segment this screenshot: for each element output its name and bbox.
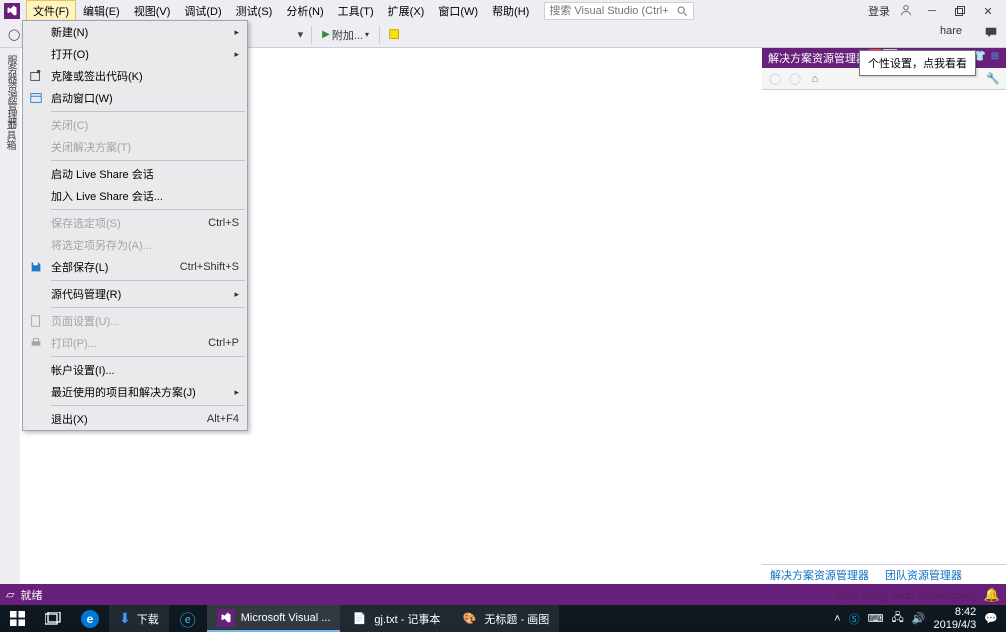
menu-print: 打印(P)...Ctrl+P [23,332,247,354]
notification-bell-icon[interactable]: 🔔 [984,587,1000,603]
print-icon [28,335,44,351]
window-icon [28,90,44,106]
menu-separator [51,307,245,308]
clone-icon [28,68,44,84]
tray-keyboard-icon[interactable]: ⌨ [868,612,884,625]
submenu-arrow-icon: ▸ [234,49,239,60]
menu-clone[interactable]: 克隆或签出代码(K) [23,65,247,87]
solution-tree[interactable] [762,90,1006,564]
menu-save-selected: 保存选定项(S)Ctrl+S [23,212,247,234]
menu-join-liveshare[interactable]: 加入 Live Share 会话... [23,185,247,207]
minimize-button[interactable]: ─ [918,1,946,21]
vs-logo-icon [4,3,20,19]
attach-label: 附加... [332,27,363,43]
separator [379,26,380,44]
tab-solution-explorer[interactable]: 解决方案资源管理器 [762,565,877,584]
menu-analyze[interactable]: 分析(N) [279,0,330,22]
ime-menu-icon[interactable]: ⊞ [988,49,1002,63]
menu-page-setup: 页面设置(U)... [23,310,247,332]
menu-account-settings[interactable]: 帐户设置(I)... [23,359,247,381]
menu-separator [51,280,245,281]
dropdown-toggle[interactable]: ▾ [294,26,308,43]
tray-skype-icon[interactable]: Ⓢ [849,611,860,627]
menu-new[interactable]: 新建(N)▸ [23,21,247,43]
page-setup-icon [28,313,44,329]
liveshare-label[interactable]: hare [940,25,962,37]
search-input[interactable] [545,5,673,17]
sol-wrench-icon[interactable]: 🔧 [984,70,1002,88]
download-icon: ⬇ [119,610,131,627]
menu-exit[interactable]: 退出(X)Alt+F4 [23,408,247,430]
attach-button[interactable]: ▶ 附加... ▾ [316,25,375,45]
menu-extensions[interactable]: 扩展(X) [381,0,432,22]
menu-separator [51,111,245,112]
feedback-icon[interactable] [984,26,998,43]
login-link[interactable]: 登录 [864,1,894,21]
task-view-button[interactable] [35,605,71,632]
menu-debug[interactable]: 调试(D) [177,0,228,22]
menu-separator [51,405,245,406]
tray-clock[interactable]: 8:42 2019/4/3 [933,606,976,630]
menu-test[interactable]: 测试(S) [229,0,280,22]
start-button[interactable] [0,605,35,632]
tab-team-explorer[interactable]: 团队资源管理器 [877,565,970,584]
menu-tools[interactable]: 工具(T) [331,0,381,22]
edge-button[interactable]: e [71,605,109,632]
search-icon[interactable] [673,6,691,17]
play-icon: ▶ [322,29,330,40]
menu-help[interactable]: 帮助(H) [485,0,536,22]
close-button[interactable]: ✕ [974,1,1002,21]
tooltip: 个性设置，点我看看 [859,50,976,76]
submenu-arrow-icon: ▸ [234,27,239,38]
menu-save-all[interactable]: 全部保存(L)Ctrl+Shift+S [23,256,247,278]
ie-button[interactable]: ⓔ [169,605,207,632]
save-all-icon [28,259,44,275]
menu-recent[interactable]: 最近使用的项目和解决方案(J)▸ [23,381,247,403]
toolbox-tab-icon[interactable]: 工具箱 [2,120,17,150]
separator [311,26,312,44]
submenu-arrow-icon: ▸ [234,387,239,398]
menu-separator [51,160,245,161]
status-ready: 就绪 [20,587,42,603]
download-task[interactable]: ⬇下载 [109,605,169,632]
menu-separator [51,209,245,210]
notepad-task[interactable]: 📄gj.txt - 记事本 [340,605,450,632]
maximize-button[interactable] [946,1,974,21]
notepad-icon: 📄 [350,610,368,628]
sol-forward-icon: ◯ [786,70,804,88]
menu-window[interactable]: 窗口(W) [431,0,485,22]
menu-source-control[interactable]: 源代码管理(R)▸ [23,283,247,305]
windows-taskbar: e ⬇下载 ⓔ Microsoft Visual ... 📄gj.txt - 记… [0,605,1006,632]
status-icon: ▱ [6,588,14,601]
menu-view[interactable]: 视图(V) [127,0,178,22]
menu-separator [51,356,245,357]
status-bar: ▱ 就绪 🔔 [0,584,1006,605]
menu-edit[interactable]: 编辑(E) [76,0,127,22]
vs-task[interactable]: Microsoft Visual ... [207,605,341,632]
menu-start-liveshare[interactable]: 启动 Live Share 会话 [23,163,247,185]
sol-home-icon[interactable]: ⌂ [806,70,824,88]
user-icon[interactable] [900,4,912,19]
search-box[interactable] [544,2,694,20]
paint-icon: 🎨 [460,610,478,628]
toolbar-btn[interactable] [384,26,406,44]
tray-network-icon[interactable]: 🖧 [892,609,904,628]
tray-chevron-icon[interactable]: ˄ [834,613,840,625]
menu-start-window[interactable]: 启动窗口(W) [23,87,247,109]
paint-task[interactable]: 🎨无标题 - 画图 [450,605,559,632]
submenu-arrow-icon: ▸ [234,289,239,300]
menu-save-selected-as: 将选定项另存为(A)... [23,234,247,256]
menu-open[interactable]: 打开(O)▸ [23,43,247,65]
menu-close: 关闭(C) [23,114,247,136]
file-dropdown-menu: 新建(N)▸ 打开(O)▸ 克隆或签出代码(K) 启动窗口(W) 关闭(C) 关… [22,20,248,431]
tray-notifications-icon[interactable]: 💬 [984,612,998,625]
tray-volume-icon[interactable]: 🔊 [912,612,926,625]
menu-close-solution: 关闭解决方案(T) [23,136,247,158]
solution-explorer-title: 解决方案资源管理器 [768,50,867,66]
menu-file[interactable]: 文件(F) [26,0,76,22]
sol-back-icon: ◯ [766,70,784,88]
